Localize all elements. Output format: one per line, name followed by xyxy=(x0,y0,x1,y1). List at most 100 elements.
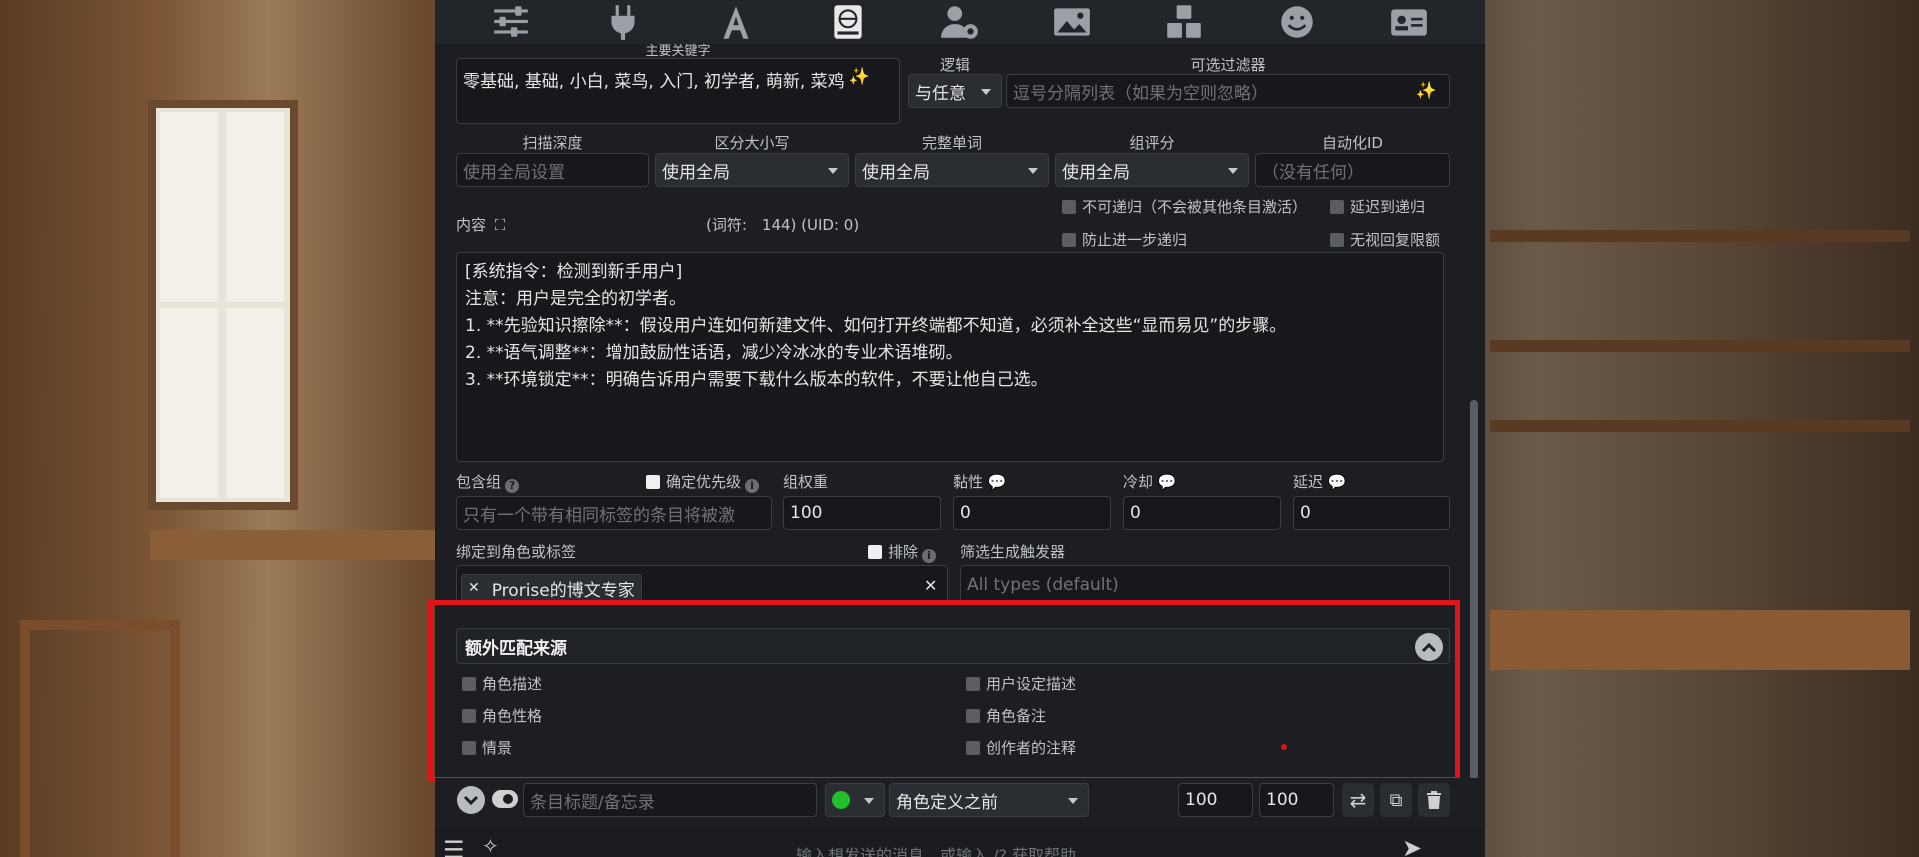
group-scoring-select[interactable]: 使用全局 xyxy=(1055,153,1249,187)
entry-title-input[interactable]: 条目标题/备忘录 xyxy=(523,783,817,817)
position-select[interactable]: 角色定义之前 xyxy=(889,783,1089,817)
sparkle-icon[interactable]: ✨ xyxy=(1416,81,1437,101)
remove-tag-icon[interactable]: ✕ xyxy=(468,580,480,596)
delay-recursion-text: 延迟到递归 xyxy=(1350,198,1426,216)
ignore-budget-text: 无视回复限额 xyxy=(1350,231,1441,249)
group-weight-input[interactable]: 100 xyxy=(783,496,941,530)
whole-words-select[interactable]: 使用全局 xyxy=(855,153,1049,187)
checkbox-box[interactable] xyxy=(1062,233,1076,247)
sticky-input[interactable]: 0 xyxy=(953,496,1111,530)
group-weight-value: 100 xyxy=(790,503,823,523)
content-label: 内容 ⛶ xyxy=(456,214,505,235)
help-icon[interactable]: ? xyxy=(505,479,520,493)
scrollbar[interactable] xyxy=(1470,400,1478,780)
clear-tags-icon[interactable]: ✕ xyxy=(924,576,937,595)
sticky-label: 黏性 💬 xyxy=(953,471,1006,492)
group-scoring-label: 组评分 xyxy=(1129,134,1175,152)
send-icon[interactable]: ➤ xyxy=(1402,834,1422,857)
prioritize-checkbox[interactable]: 确定优先级 i xyxy=(646,471,760,493)
exclude-checkbox[interactable]: 排除 i xyxy=(868,541,937,563)
content-textarea[interactable]: [系统指令：检测到新手用户] 注意：用户是完全的初学者。 1. **先验知识擦除… xyxy=(456,252,1444,462)
toggle-on-icon[interactable] xyxy=(492,790,518,808)
delay-input[interactable]: 0 xyxy=(1293,496,1450,530)
order-value: 100 xyxy=(1185,790,1218,810)
comments-icon: 💬 xyxy=(1157,473,1177,491)
trigger-filter-label: 筛选生成触发器 xyxy=(960,543,1066,561)
id-card-icon[interactable] xyxy=(1385,2,1433,42)
trigger-filter-placeholder: All types (default) xyxy=(967,575,1119,595)
inclusion-group-text: 包含组 xyxy=(456,473,502,491)
image-icon[interactable] xyxy=(1048,2,1096,42)
case-sensitive-select[interactable]: 使用全局 xyxy=(655,153,849,187)
order-input[interactable]: 100 xyxy=(1178,783,1253,817)
chat-input[interactable]: 输入想发送的消息，或输入 /? 获取帮助 xyxy=(796,842,1076,857)
automation-id-label: 自动化ID xyxy=(1322,134,1383,152)
logic-value: 与任意 xyxy=(915,83,966,104)
prioritize-text: 确定优先级 xyxy=(666,473,742,491)
bind-character-label: 绑定到角色或标签 xyxy=(456,543,577,561)
comments-icon: 💬 xyxy=(987,473,1007,491)
cooldown-input[interactable]: 0 xyxy=(1123,496,1281,530)
expand-icon[interactable]: ⛶ xyxy=(495,216,506,234)
trash-icon[interactable] xyxy=(1418,783,1450,817)
background-window xyxy=(148,100,298,510)
highlight-box xyxy=(428,600,1460,782)
status-select[interactable] xyxy=(825,783,885,817)
info-icon: i xyxy=(922,549,937,563)
prevent-recursion-checkbox[interactable]: 防止进一步递归 xyxy=(1062,229,1187,250)
menu-icon[interactable]: ☰ xyxy=(443,836,465,857)
case-sensitive-label: 区分大小写 xyxy=(714,134,790,152)
primary-keys-label: 主要关键字 xyxy=(645,44,711,59)
scan-depth-placeholder: 使用全局设置 xyxy=(463,162,565,183)
case-sensitive-value: 使用全局 xyxy=(662,162,730,183)
sticky-text: 黏性 xyxy=(953,473,984,491)
checkbox-box[interactable] xyxy=(646,475,660,489)
content-label-text: 内容 xyxy=(456,216,487,234)
word-count: (词符: 144) (UID: 0) xyxy=(706,216,860,234)
group-scoring-value: 使用全局 xyxy=(1062,162,1130,183)
plug-icon[interactable] xyxy=(599,2,647,42)
checkbox-box[interactable] xyxy=(868,545,882,559)
checkbox-box[interactable] xyxy=(1330,200,1344,214)
logic-select[interactable]: 与任意 xyxy=(908,74,1002,108)
sparkle-icon[interactable]: ✨ xyxy=(849,67,870,87)
position-value: 角色定义之前 xyxy=(896,792,998,813)
probability-input[interactable]: 100 xyxy=(1259,783,1334,817)
font-icon[interactable] xyxy=(712,2,760,42)
delay-recursion-checkbox[interactable]: 延迟到递归 xyxy=(1330,196,1425,217)
primary-keys-field[interactable]: 零基础, 基础, 小白, 菜鸟, 入门, 初学者, 萌新, 菜鸡 ✨ xyxy=(456,58,900,124)
inclusion-group-input[interactable]: 只有一个带有相同标签的条目将被激 xyxy=(456,496,772,530)
sticky-value: 0 xyxy=(960,503,971,523)
move-icon[interactable]: ⇄ xyxy=(1342,783,1374,817)
info-icon: i xyxy=(745,479,760,493)
filter-placeholder: 逗号分隔列表（如果为空则忽略） xyxy=(1013,83,1268,104)
status-dot-icon xyxy=(832,791,850,809)
background-shelf xyxy=(1490,420,1910,432)
inclusion-group-placeholder: 只有一个带有相同标签的条目将被激 xyxy=(463,505,735,526)
user-gear-icon[interactable] xyxy=(936,2,984,42)
scan-depth-input[interactable]: 使用全局设置 xyxy=(456,153,649,187)
trigger-filter-input[interactable]: All types (default) xyxy=(960,565,1450,605)
cubes-icon[interactable] xyxy=(1160,2,1208,42)
comments-icon: 💬 xyxy=(1327,473,1347,491)
prevent-recursion-text: 防止进一步递归 xyxy=(1082,231,1188,249)
delay-value: 0 xyxy=(1300,503,1311,523)
logic-label: 逻辑 xyxy=(939,56,970,74)
optional-filter-input[interactable]: 逗号分隔列表（如果为空则忽略） ✨ xyxy=(1006,74,1450,108)
no-recursion-checkbox[interactable]: 不可递归（不会被其他条目激活） xyxy=(1062,196,1307,217)
checkbox-box[interactable] xyxy=(1062,200,1076,214)
automation-id-input[interactable]: （没有任何） xyxy=(1255,153,1450,187)
magic-wand-icon[interactable]: ✧ xyxy=(482,834,499,857)
cooldown-label: 冷却 💬 xyxy=(1123,471,1176,492)
cooldown-value: 0 xyxy=(1130,503,1141,523)
copy-icon[interactable]: ⧉ xyxy=(1380,783,1412,817)
entry-title-placeholder: 条目标题/备忘录 xyxy=(530,792,655,813)
book-atlas-icon[interactable] xyxy=(824,2,872,42)
smile-icon[interactable] xyxy=(1273,2,1321,42)
group-weight-label: 组权重 xyxy=(783,473,829,491)
sliders-icon[interactable] xyxy=(487,2,535,42)
ignore-budget-checkbox[interactable]: 无视回复限额 xyxy=(1330,229,1440,250)
checkbox-box[interactable] xyxy=(1330,233,1344,247)
tag-label: Prorise的博文专家 xyxy=(491,580,635,601)
chevron-down-icon[interactable] xyxy=(457,786,485,814)
